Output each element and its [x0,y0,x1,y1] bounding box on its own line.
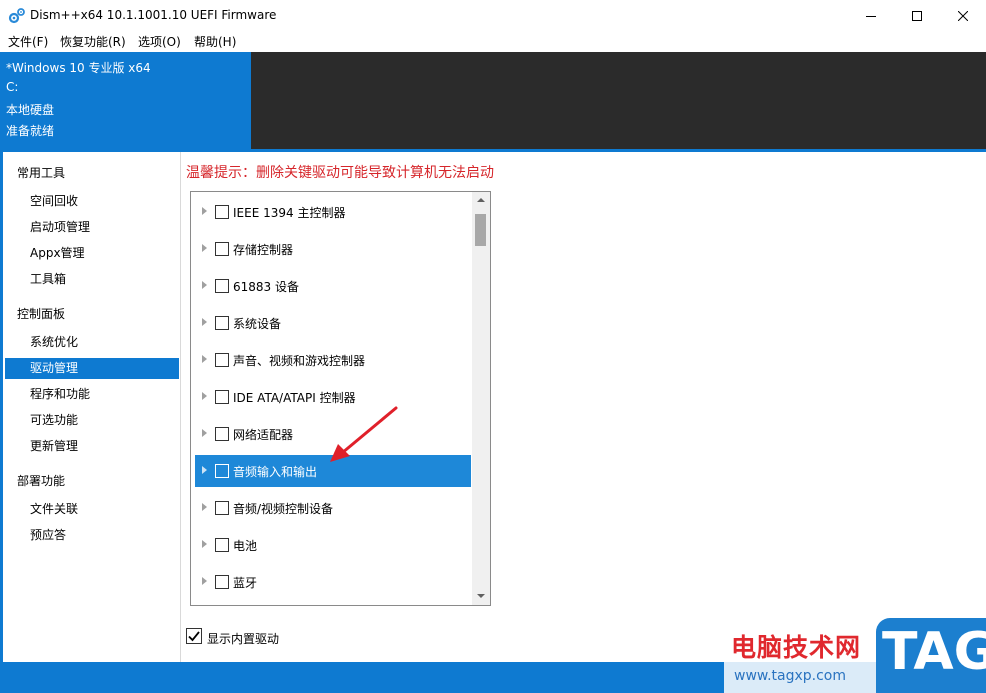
chevron-right-icon[interactable] [202,429,207,437]
chevron-right-icon[interactable] [202,466,207,474]
os-version: *Windows 10 专业版 x64 [6,61,151,75]
sidebar: 常用工具 空间回收 启动项管理 Appx管理 工具箱 控制面板 系统优化 驱动管… [0,152,181,662]
red-arrow-icon [330,406,398,462]
category-checkbox[interactable] [215,464,229,478]
category-checkbox[interactable] [215,353,229,367]
scroll-up-icon[interactable] [477,198,485,202]
chevron-right-icon[interactable] [202,281,207,289]
category-label: 系统设备 [233,317,282,331]
watermark-tag-text: TAG [882,622,986,682]
category-label: 音频输入和输出 [233,465,318,479]
sidebar-group-control-panel: 控制面板 [17,307,66,321]
minimize-icon [866,15,876,17]
menu-file[interactable]: 文件(F) [8,33,48,50]
list-item[interactable]: 音频/视频控制设备 [195,492,471,524]
driver-category-list[interactable]: IEEE 1394 主控制器 存储控制器 61883 设备 系统设备 声音、视频… [190,191,491,606]
category-checkbox[interactable] [215,279,229,293]
sidebar-item-updates[interactable]: 更新管理 [5,436,179,457]
minimize-button[interactable] [848,0,894,31]
sidebar-group-common-tools: 常用工具 [17,166,66,180]
scroll-thumb[interactable] [475,214,486,246]
category-label: 存储控制器 [233,243,294,257]
watermark-url: www.tagxp.com [734,668,846,684]
category-checkbox[interactable] [215,538,229,552]
sidebar-item-driver-management[interactable]: 驱动管理 [5,358,179,379]
sidebar-item-unattended[interactable]: 预应答 [5,525,179,546]
watermark-title: 电脑技术网 [731,633,862,662]
show-builtin-checkbox[interactable] [186,628,202,644]
menu-bar: 文件(F) 恢复功能(R) 选项(O) 帮助(H) [0,31,986,51]
menu-restore[interactable]: 恢复功能(R) [60,33,126,50]
show-builtin-label[interactable]: 显示内置驱动 [207,630,279,647]
category-checkbox[interactable] [215,242,229,256]
sidebar-group-deployment: 部署功能 [17,474,66,488]
maximize-button[interactable] [894,0,940,31]
close-button[interactable] [940,0,986,31]
list-item[interactable]: 61883 设备 [195,270,471,302]
title-bar: Dism++x64 10.1.1001.10 UEFI Firmware [0,0,986,31]
sidebar-item-file-association[interactable]: 文件关联 [5,499,179,520]
category-label: 音频/视频控制设备 [233,502,334,516]
chevron-right-icon[interactable] [202,503,207,511]
category-label: 网络适配器 [233,428,294,442]
list-item[interactable]: 电池 [195,529,471,561]
list-item[interactable]: IEEE 1394 主控制器 [195,196,471,228]
category-checkbox[interactable] [215,316,229,330]
list-item[interactable]: 系统设备 [195,307,471,339]
sidebar-item-programs[interactable]: 程序和功能 [5,384,179,405]
window-title: Dism++x64 10.1.1001.10 UEFI Firmware [30,8,277,22]
status-text: 准备就绪 [6,124,55,138]
menu-options[interactable]: 选项(O) [138,33,181,50]
disk-type: 本地硬盘 [6,103,55,117]
checkmark-icon [188,631,200,642]
category-label: 蓝牙 [233,576,258,590]
warning-text: 温馨提示：删除关键驱动可能导致计算机无法启动 [186,165,494,181]
category-checkbox[interactable] [215,427,229,441]
chevron-right-icon[interactable] [202,318,207,326]
maximize-icon [912,10,922,21]
sidebar-item-optional-features[interactable]: 可选功能 [5,410,179,431]
menu-help[interactable]: 帮助(H) [194,33,236,50]
category-checkbox[interactable] [215,501,229,515]
category-label: IEEE 1394 主控制器 [233,206,346,220]
sidebar-item-toolbox[interactable]: 工具箱 [5,269,179,290]
category-checkbox[interactable] [215,390,229,404]
vertical-scrollbar[interactable] [472,192,490,605]
chevron-right-icon[interactable] [202,355,207,363]
category-checkbox[interactable] [215,575,229,589]
sidebar-item-space-cleanup[interactable]: 空间回收 [5,191,179,212]
category-label: 61883 设备 [233,280,299,294]
category-label: 声音、视频和游戏控制器 [233,354,366,368]
image-info-header: *Windows 10 专业版 x64 C: 本地硬盘 准备就绪 [0,52,986,149]
list-item[interactable]: 蓝牙 [195,566,471,598]
sidebar-item-startup[interactable]: 启动项管理 [5,217,179,238]
chevron-right-icon[interactable] [202,540,207,548]
list-item[interactable]: 存储控制器 [195,233,471,265]
sidebar-item-appx[interactable]: Appx管理 [5,243,179,264]
selected-image-panel[interactable]: *Windows 10 专业版 x64 C: 本地硬盘 准备就绪 [0,52,251,149]
category-checkbox[interactable] [215,205,229,219]
close-icon [958,10,968,21]
drive-letter: C: [6,80,19,94]
scroll-down-icon[interactable] [477,594,485,598]
chevron-right-icon[interactable] [202,244,207,252]
list-item[interactable]: 声音、视频和游戏控制器 [195,344,471,376]
chevron-right-icon[interactable] [202,392,207,400]
category-label: 电池 [233,539,258,553]
gear-icon [8,8,25,24]
sidebar-item-system-optimize[interactable]: 系统优化 [5,332,179,353]
chevron-right-icon[interactable] [202,207,207,215]
chevron-right-icon[interactable] [202,577,207,585]
